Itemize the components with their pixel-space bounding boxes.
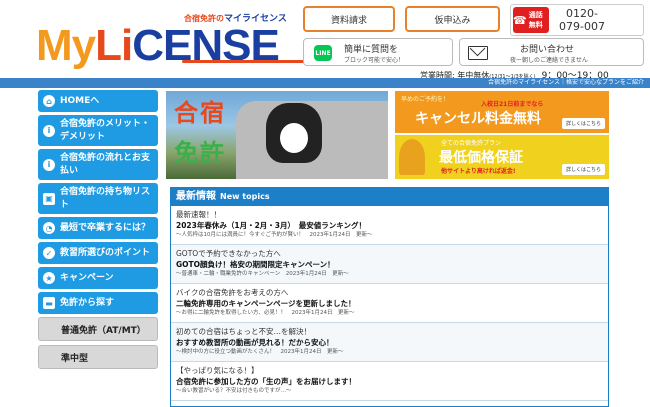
sidebar-subitem-label: 普通免許（AT/MT） <box>61 325 146 336</box>
line-question-button[interactable]: LINE 簡単に質問を ブロック可能で安心！ <box>303 38 453 66</box>
sidebar-item-search-license[interactable]: ▬ 免許から探す <box>38 292 158 314</box>
banner-subtitle: 全ての合宿免許プラン <box>441 140 502 147</box>
sidebar-nav: ⌂ HOMEへ i 合宿免許のメリット・デメリット i 合宿免許の流れとお支払い… <box>38 90 158 373</box>
news-lead: バイクの合宿免許をお考えの方へ <box>176 288 289 297</box>
news-lead: GOTOで予約できなかった方へ <box>176 249 281 258</box>
check-icon: ✓ <box>43 247 55 259</box>
sidebar-item-campaign[interactable]: ★ キャンペーン <box>38 267 158 289</box>
news-lead: 初めての合宿はちょっと不安…を解決！ <box>176 327 311 336</box>
news-meta: 〜検討中の方に役立つ動画がたくさん！ 2023年1月24日 更新〜 <box>176 349 344 355</box>
news-item[interactable]: 最新速報！！ 2023年春休み（1月・2月・3月） 最安値ランキング！ 〜人気枠… <box>171 206 608 245</box>
news-meta: 〜お得に二輪免許を取得したい方、必見！！ 2023年1月24日 更新〜 <box>176 310 355 316</box>
info-icon: i <box>43 124 55 137</box>
line-button-label: 簡単に質問を <box>344 45 399 55</box>
home-icon: ⌂ <box>43 95 55 107</box>
sidebar-item-label: 教習所選びのポイント <box>60 247 151 258</box>
news-headline: 二輪免許専用のキャンペーンページを更新しました！ <box>176 299 356 308</box>
mail-button-sublabel: 夜ー朝しのご連絡できません <box>510 57 588 64</box>
banner-title: キャンセル料金無料 <box>415 111 541 127</box>
news-item[interactable]: GOTOで予約できなかった方へ GOTO顔負け！格安の期間限定キャンペーン！ 〜… <box>171 245 608 284</box>
sidebar-item-fastest-graduation[interactable]: ◔ 最短で卒業するには？ <box>38 217 158 239</box>
hero-image: 合宿 免許 <box>166 91 388 179</box>
toll-free-phone-button[interactable]: ☎ 通話無料 0120- 079-007 <box>510 4 644 36</box>
news-item[interactable]: バイクの合宿免許をお考えの方へ 二輪免許専用のキャンペーンページを更新しました！… <box>171 284 608 323</box>
hero-title: 合宿 免許 <box>174 99 226 167</box>
sidebar-item-home[interactable]: ⌂ HOMEへ <box>38 90 158 112</box>
request-brochure-button[interactable]: 資料請求 <box>303 6 395 32</box>
lowest-price-banner[interactable]: 全ての合宿免許プラン 最低価格保証 他サイトより高ければ返金! 詳しくはこちら <box>395 135 609 179</box>
sidebar-item-label: キャンペーン <box>60 272 114 283</box>
site-logo[interactable]: 合宿免許のマイライセンス MyLiCENSE <box>32 8 317 70</box>
banner-detail-button[interactable]: 詳しくはこちら <box>561 164 605 175</box>
phone-badge: ☎ 通話無料 <box>513 7 549 33</box>
sidebar-subitem-regular[interactable]: 普通免許（AT/MT） <box>38 317 158 341</box>
news-headline: 2023年春休み（1月・2月・3月） 最安値ランキング！ <box>176 221 367 230</box>
banner-note: 入校日21日前までなら <box>481 101 544 108</box>
sidebar-item-label: HOMEへ <box>60 95 100 106</box>
line-button-sublabel: ブロック可能で安心！ <box>344 57 405 64</box>
news-item[interactable]: 初めての合宿はちょっと不安…を解決！ おすすめ教習所の動画が見れる！だから安心！… <box>171 323 608 362</box>
phone-icon: ☎ <box>513 13 527 27</box>
news-meta: 〜普通車・二輪・職業免許のキャンペーン 2023年1月24日 更新〜 <box>176 271 349 277</box>
sidebar-subitem-label: 準中型 <box>61 353 89 364</box>
logo-wordmark: MyLiCENSE <box>36 21 280 70</box>
sidebar-item-checklist[interactable]: ▣ 合宿免許の持ち物リスト <box>38 183 158 214</box>
sidebar-item-merits[interactable]: i 合宿免許のメリット・デメリット <box>38 115 158 146</box>
news-lead: 【やっぱり気になる！】 <box>176 366 259 375</box>
news-headline: GOTO顔負け！格安の期間限定キャンペーン！ <box>176 260 335 269</box>
news-meta: 〜人気枠は10月には満員に！今すぐご予約が賢い！ 2023年1月24日 更新〜 <box>176 232 373 238</box>
news-meta: 〜合い教習がいる？不安は付きものですが…〜 <box>176 388 292 394</box>
sidebar-subitem-semi-medium[interactable]: 準中型 <box>38 345 158 369</box>
sidebar-item-school-points[interactable]: ✓ 教習所選びのポイント <box>38 242 158 264</box>
bag-icon: ▣ <box>43 192 55 205</box>
cancel-free-banner[interactable]: 早めのご予約を！ 入校日21日前までなら キャンセル料金無料 詳しくはこちら <box>395 91 609 133</box>
news-list: 最新速報！！ 2023年春休み（1月・2月・3月） 最安値ランキング！ 〜人気枠… <box>171 206 608 401</box>
banner-subtitle: 早めのご予約を！ <box>401 96 450 103</box>
banner-refund-text: 他サイトより高ければ返金! <box>441 168 516 175</box>
banner-title: 最低価格保証 <box>439 150 523 166</box>
mail-icon <box>468 46 488 60</box>
pre-application-button[interactable]: 仮申込み <box>405 6 500 32</box>
news-header: 最新情報 New topics <box>171 188 608 206</box>
sidebar-item-label: 合宿免許のメリット・デメリット <box>60 118 151 142</box>
dog-image <box>266 103 322 163</box>
info-icon: i <box>43 158 55 171</box>
header-blue-bar: 合宿免許のマイライセンス｜格安で安心なプランをご紹介 <box>0 78 650 88</box>
contact-mail-button[interactable]: お問い合わせ 夜ー朝しのご連絡できません <box>459 38 644 66</box>
clock-icon: ◔ <box>43 222 55 234</box>
buddha-icon <box>399 139 425 175</box>
sidebar-item-label: 合宿免許の持ち物リスト <box>60 186 151 210</box>
sidebar-item-label: 最短で卒業するには？ <box>60 222 151 233</box>
sidebar-item-label: 合宿免許の流れとお支払い <box>60 152 151 176</box>
news-panel: 最新情報 New topics 最新速報！！ 2023年春休み（1月・2月・3月）… <box>170 187 609 407</box>
news-lead: 最新速報！！ <box>176 210 221 219</box>
banner-detail-button[interactable]: 詳しくはこちら <box>561 118 605 129</box>
news-headline: おすすめ教習所の動画が見れる！だから安心！ <box>176 338 334 347</box>
star-icon: ★ <box>43 272 55 284</box>
mail-button-label: お問い合わせ <box>520 45 575 55</box>
news-headline: 合宿免許に参加した方の「生の声」をお届けします！ <box>176 377 356 386</box>
line-icon: LINE <box>314 45 332 61</box>
site-header: 合宿免許のマイライセンス MyLiCENSE 資料請求 仮申込み ☎ 通話無料 0… <box>0 0 650 81</box>
logo-underline <box>182 60 317 63</box>
sidebar-item-flow-payment[interactable]: i 合宿免許の流れとお支払い <box>38 149 158 180</box>
car-icon: ▬ <box>43 297 55 309</box>
phone-number: 0120- 079-007 <box>559 7 605 33</box>
news-item[interactable]: 【やっぱり気になる！】 合宿免許に参加した方の「生の声」をお届けします！ 〜合い… <box>171 362 608 401</box>
sidebar-item-label: 免許から探す <box>60 297 115 308</box>
